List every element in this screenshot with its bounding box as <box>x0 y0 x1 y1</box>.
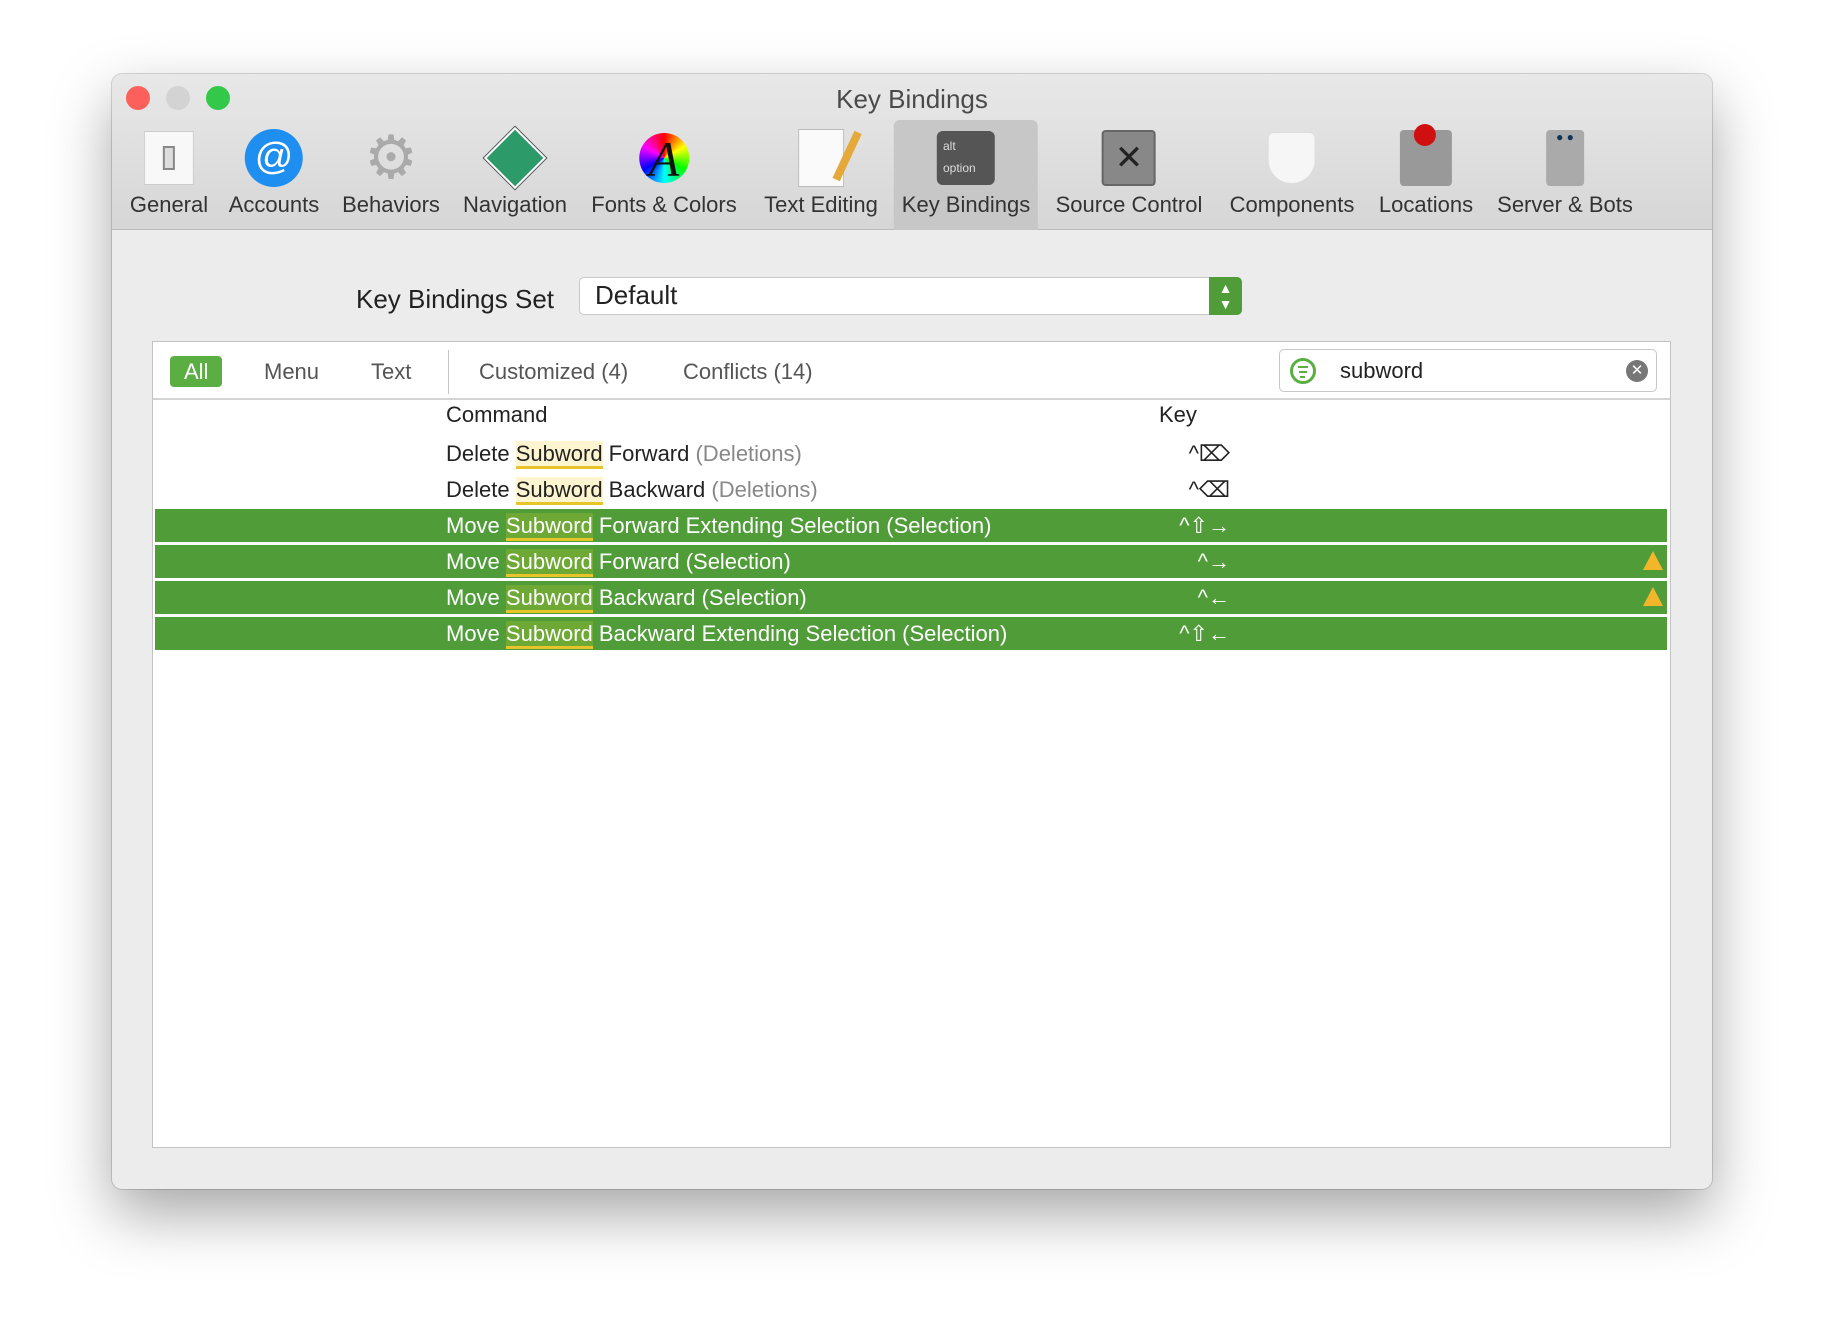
window-title: Key Bindings <box>836 84 988 114</box>
key-cell[interactable]: ^→ <box>1130 545 1230 578</box>
search-match: Subword <box>505 621 593 649</box>
toolbar-item-label: Fonts & Colors <box>591 192 737 217</box>
table-row[interactable]: Move Subword Backward Extending Selectio… <box>155 617 1667 650</box>
command-text: Backward <box>592 585 702 610</box>
robot-icon: ● ● <box>1535 128 1595 188</box>
search-value: subword <box>1340 358 1424 383</box>
table-row[interactable]: Move Subword Backward (Selection) ^← <box>155 581 1667 614</box>
key-bindings-table: All Menu Text Customized (4) Conflicts (… <box>152 341 1671 1148</box>
filter-customized[interactable]: Customized (4) <box>479 356 628 387</box>
command-text: Move <box>446 513 506 538</box>
search-match: Subword <box>515 477 603 505</box>
warning-icon[interactable] <box>1643 551 1663 570</box>
command-text: Backward Extending Selection <box>592 621 903 646</box>
toolbar-item-label: Server & Bots <box>1497 192 1633 217</box>
toolbar-item-navigation[interactable]: Navigation <box>455 120 575 230</box>
command-text: Delete <box>446 441 516 466</box>
command-cell: Move Subword Backward Extending Selectio… <box>446 617 1007 650</box>
toolbar-item-label: Source Control <box>1055 192 1203 217</box>
toolbar-item-label: Key Bindings <box>901 192 1031 217</box>
font-color-icon: A <box>634 128 694 188</box>
key-cell[interactable]: ^⌦ <box>1130 437 1230 470</box>
filter-icon <box>1290 358 1316 384</box>
table-row[interactable]: Move Subword Forward Extending Selection… <box>155 509 1667 542</box>
command-category: (Selection) <box>701 585 807 610</box>
filter-bar: All Menu Text Customized (4) Conflicts (… <box>153 342 1670 400</box>
toolbar-item-label: Text Editing <box>764 192 878 217</box>
column-header-key[interactable]: Key <box>1159 402 1197 428</box>
search-match: Subword <box>505 585 593 613</box>
toolbar-item-label: Navigation <box>463 192 567 217</box>
at-icon: @ <box>244 128 304 188</box>
toolbar-item-accounts[interactable]: @ Accounts <box>221 120 328 230</box>
command-cell: Delete Subword Backward (Deletions) <box>446 473 818 506</box>
command-category: (Deletions) <box>695 441 802 466</box>
search-input[interactable]: subword ✕ <box>1279 349 1657 392</box>
key-cell[interactable]: ^← <box>1130 581 1230 614</box>
command-cell: Move Subword Backward (Selection) <box>446 581 807 614</box>
table-row[interactable]: Delete Subword Forward (Deletions) ^⌦ <box>155 437 1667 470</box>
filter-conflicts[interactable]: Conflicts (14) <box>683 356 813 387</box>
command-cell: Move Subword Forward (Selection) <box>446 545 791 578</box>
command-category: (Selection) <box>685 549 791 574</box>
command-cell: Move Subword Forward Extending Selection… <box>446 509 991 542</box>
column-header-command[interactable]: Command <box>446 402 547 428</box>
search-match: Subword <box>505 513 593 541</box>
lego-brick-icon <box>1262 128 1322 188</box>
toolbar-item-key-bindings[interactable]: alt option Key Bindings <box>893 120 1039 230</box>
toolbar-item-general[interactable]: General <box>122 120 216 230</box>
command-text: Forward Extending Selection <box>592 513 887 538</box>
toolbar-item-server-bots[interactable]: ● ● Server & Bots <box>1489 120 1641 230</box>
clear-search-icon[interactable]: ✕ <box>1626 360 1648 382</box>
search-match: Subword <box>505 549 593 577</box>
toolbar-item-locations[interactable]: Locations <box>1371 120 1481 230</box>
toolbar-item-components[interactable]: Components <box>1222 120 1363 230</box>
key-cell[interactable]: ^⇧→ <box>1130 509 1230 542</box>
command-cell: Delete Subword Forward (Deletions) <box>446 437 802 470</box>
toolbar-item-label: Locations <box>1378 192 1474 217</box>
key-cell[interactable]: ^⌫ <box>1130 473 1230 506</box>
toolbar-item-label: Accounts <box>228 192 320 217</box>
safe-icon: ✕ <box>1099 128 1159 188</box>
command-text: Forward <box>602 441 696 466</box>
key-bindings-set-popup[interactable]: Default ▲ ▼ <box>579 277 1242 315</box>
toolbar-item-label: Behaviors <box>342 192 440 217</box>
command-text: Move <box>446 585 506 610</box>
filter-all[interactable]: All <box>170 356 223 387</box>
joystick-drive-icon <box>1396 124 1456 188</box>
gear-icon: ⚙ <box>364 124 418 191</box>
preferences-window: Key Bindings General @ Accounts ⚙ Behaviors N… <box>112 74 1712 1189</box>
key-cell[interactable]: ^⇧← <box>1130 617 1230 650</box>
command-category: (Selection) <box>886 513 992 538</box>
filter-menu[interactable]: Menu <box>264 356 319 387</box>
move-arrows-icon <box>483 126 547 190</box>
command-text: Forward <box>592 549 686 574</box>
toolbar-item-label: General <box>129 192 209 217</box>
command-text: Move <box>446 549 506 574</box>
toolbar-item-label: Components <box>1229 192 1355 217</box>
table-row[interactable]: Delete Subword Backward (Deletions) ^⌫ <box>155 473 1667 506</box>
key-bindings-set-label: Key Bindings Set <box>356 284 555 314</box>
toolbar-item-source-control[interactable]: ✕ Source Control <box>1048 120 1211 230</box>
stepper-chevrons-icon: ▲ ▼ <box>1209 277 1242 315</box>
command-text: Delete <box>446 477 516 502</box>
table-row[interactable]: Move Subword Forward (Selection) ^→ <box>155 545 1667 578</box>
command-category: (Selection) <box>902 621 1008 646</box>
filter-text[interactable]: Text <box>371 356 411 387</box>
switch-icon <box>139 128 199 188</box>
document-pencil-icon <box>791 128 862 188</box>
search-match: Subword <box>515 441 603 469</box>
toolbar: Key Bindings General @ Accounts ⚙ Behaviors N… <box>112 74 1712 230</box>
toolbar-item-fonts-colors[interactable]: A Fonts & Colors <box>583 120 745 230</box>
warning-icon[interactable] <box>1643 587 1663 606</box>
command-category: (Deletions) <box>711 477 818 502</box>
popup-value: Default <box>595 280 678 310</box>
toolbar-item-text-editing[interactable]: Text Editing <box>756 120 886 230</box>
option-key-icon: alt option <box>936 128 996 188</box>
divider <box>448 350 449 394</box>
command-text: Move <box>446 621 506 646</box>
command-text: Backward <box>602 477 712 502</box>
toolbar-item-behaviors[interactable]: ⚙ Behaviors <box>334 120 448 230</box>
